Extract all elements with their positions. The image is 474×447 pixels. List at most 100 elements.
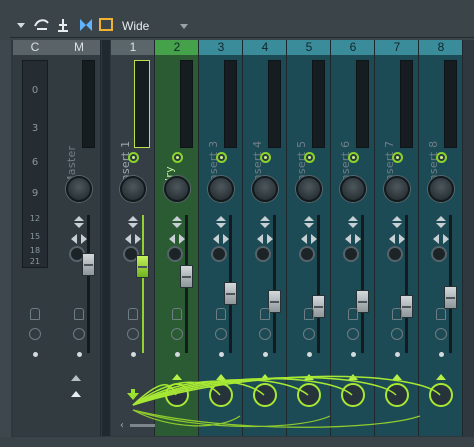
- pan-knob[interactable]: [299, 246, 315, 262]
- mode-select-label[interactable]: Wide: [122, 19, 149, 33]
- strip-header[interactable]: 1: [111, 40, 155, 55]
- route-dot[interactable]: [351, 352, 356, 357]
- send-arrow-icon[interactable]: [172, 374, 182, 380]
- lock-icon[interactable]: [172, 308, 182, 320]
- swap-updown-icon[interactable]: [348, 213, 358, 228]
- strip-header[interactable]: 7: [375, 40, 419, 55]
- strip-header[interactable]: 3: [199, 40, 243, 55]
- stereo-swap-icon[interactable]: [213, 229, 229, 244]
- lock-icon[interactable]: [304, 308, 314, 320]
- swap-updown-icon[interactable]: [436, 213, 446, 228]
- volume-knob[interactable]: [120, 176, 146, 202]
- enable-led-icon[interactable]: [216, 152, 227, 163]
- pan-knob[interactable]: [255, 246, 271, 262]
- volume-fader[interactable]: [136, 255, 149, 278]
- mixer-strip-1[interactable]: 1 Insert 1: [111, 40, 155, 436]
- send-level-knob[interactable]: [341, 383, 365, 407]
- volume-fader[interactable]: [444, 286, 457, 309]
- route-dot[interactable]: [33, 352, 38, 357]
- swap-updown-icon[interactable]: [392, 213, 402, 228]
- swap-updown-icon[interactable]: [304, 213, 314, 228]
- send-arrow-icon[interactable]: [304, 374, 314, 380]
- master-send-up-icon[interactable]: [71, 375, 81, 381]
- stereo-swap-icon[interactable]: [389, 229, 405, 244]
- lock-icon[interactable]: [392, 308, 402, 320]
- stereo-swap-icon[interactable]: [71, 229, 87, 244]
- strip-header[interactable]: M: [57, 40, 101, 55]
- pan-knob[interactable]: [431, 246, 447, 262]
- send-level-knob[interactable]: [209, 383, 233, 407]
- volume-knob[interactable]: [252, 176, 278, 202]
- enable-led-icon[interactable]: [436, 152, 447, 163]
- stereo-swap-icon[interactable]: [169, 229, 185, 244]
- enable-led-icon[interactable]: [128, 152, 139, 163]
- mixer-strip-8[interactable]: 8 Insert 8: [419, 40, 463, 436]
- pan-knob[interactable]: [387, 246, 403, 262]
- scroll-left-icon[interactable]: ‹: [120, 420, 124, 431]
- timer-icon[interactable]: [73, 328, 85, 340]
- lock-icon[interactable]: [436, 308, 446, 320]
- master-send-up2-icon[interactable]: [71, 391, 81, 397]
- stereo-swap-icon[interactable]: [301, 229, 317, 244]
- swap-updown-icon[interactable]: [128, 213, 138, 228]
- volume-fader[interactable]: [224, 282, 237, 305]
- timer-icon[interactable]: [127, 328, 139, 340]
- timer-icon[interactable]: [259, 328, 271, 340]
- send-source-arrow-icon[interactable]: [126, 388, 140, 402]
- timer-icon[interactable]: [29, 328, 41, 340]
- scrollbar-thumb[interactable]: [130, 424, 155, 427]
- enable-led-icon[interactable]: [260, 152, 271, 163]
- route-dot[interactable]: [77, 352, 82, 357]
- timer-icon[interactable]: [171, 328, 183, 340]
- chevron-down-icon[interactable]: [180, 24, 188, 29]
- mixer-strip-6[interactable]: 6 Insert 6: [331, 40, 375, 436]
- lock-icon[interactable]: [348, 308, 358, 320]
- mixer-strip-5[interactable]: 5 Insert 5: [287, 40, 331, 436]
- swap-updown-icon[interactable]: [172, 213, 182, 228]
- stereo-swap-icon[interactable]: [345, 229, 361, 244]
- pan-knob[interactable]: [343, 246, 359, 262]
- route-dot[interactable]: [263, 352, 268, 357]
- lock-icon[interactable]: [216, 308, 226, 320]
- volume-knob[interactable]: [384, 176, 410, 202]
- send-level-knob[interactable]: [297, 383, 321, 407]
- send-level-knob[interactable]: [253, 383, 277, 407]
- mixer-strip-4[interactable]: 4 Insert 4: [243, 40, 287, 436]
- route-dot[interactable]: [219, 352, 224, 357]
- route-dot[interactable]: [439, 352, 444, 357]
- stereo-swap-icon[interactable]: [433, 229, 449, 244]
- volume-knob[interactable]: [66, 176, 92, 202]
- timer-icon[interactable]: [303, 328, 315, 340]
- strip-header[interactable]: 5: [287, 40, 331, 55]
- send-arrow-icon[interactable]: [436, 374, 446, 380]
- volume-knob[interactable]: [340, 176, 366, 202]
- enable-led-icon[interactable]: [348, 152, 359, 163]
- strip-header[interactable]: 6: [331, 40, 375, 55]
- stereo-swap-icon[interactable]: [125, 229, 141, 244]
- send-arrow-icon[interactable]: [260, 374, 270, 380]
- swap-updown-icon[interactable]: [74, 213, 84, 228]
- volume-knob[interactable]: [164, 176, 190, 202]
- strip-header[interactable]: 4: [243, 40, 287, 55]
- menu-arrow-icon[interactable]: [16, 20, 26, 36]
- mixer-strip-2[interactable]: 2 dry: [155, 40, 199, 436]
- wiring-icon[interactable]: [33, 17, 51, 33]
- volume-knob[interactable]: [296, 176, 322, 202]
- strip-header[interactable]: 8: [419, 40, 463, 55]
- window-icon[interactable]: [99, 17, 113, 33]
- timer-icon[interactable]: [347, 328, 359, 340]
- timer-icon[interactable]: [391, 328, 403, 340]
- route-dot[interactable]: [307, 352, 312, 357]
- send-arrow-icon[interactable]: [392, 374, 402, 380]
- enable-led-icon[interactable]: [392, 152, 403, 163]
- volume-fader[interactable]: [82, 253, 95, 276]
- swap-updown-icon[interactable]: [260, 213, 270, 228]
- mixer-strip-7[interactable]: 7 Insert 7: [375, 40, 419, 436]
- send-arrow-icon[interactable]: [348, 374, 358, 380]
- strip-header[interactable]: C: [13, 40, 57, 55]
- timer-icon[interactable]: [215, 328, 227, 340]
- route-dot[interactable]: [395, 352, 400, 357]
- volume-knob[interactable]: [208, 176, 234, 202]
- volume-fader[interactable]: [180, 265, 193, 288]
- strip-header[interactable]: 2: [155, 40, 199, 55]
